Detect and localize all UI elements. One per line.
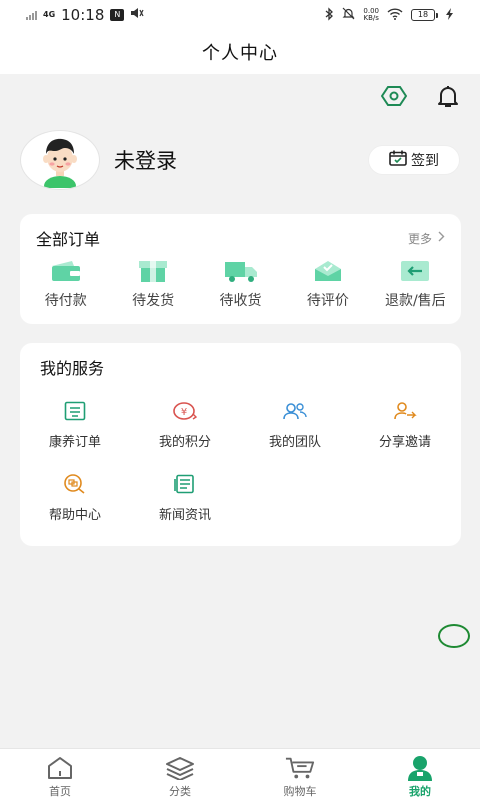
service-help-center[interactable]: 帮助中心 [20,472,130,523]
more-orders-link[interactable]: 更多 [408,230,445,247]
page-title: 个人中心 [202,43,278,64]
speed-unit: KB/s [363,14,379,22]
status-time: 10:18 [61,6,105,24]
orders-header: 全部订单 更多 [20,214,461,250]
tab-cart[interactable]: 购物车 [240,749,360,800]
service-label: 我的团队 [268,435,321,450]
wifi-icon [387,7,403,23]
order-pending-payment[interactable]: 待付款 [22,258,109,310]
team-icon [282,399,308,423]
top-actions [380,82,462,110]
service-label: 分享邀请 [378,435,431,450]
refund-icon [398,258,432,284]
floating-button[interactable] [438,624,470,648]
share-icon [392,399,418,423]
svg-text:¥: ¥ [181,407,187,418]
service-label: 帮助中心 [48,508,101,523]
points-icon: ¥ [172,399,198,423]
mute-icon [130,7,144,23]
tab-home[interactable]: 首页 [0,749,120,800]
home-icon [45,755,75,781]
service-share-invite[interactable]: 分享邀请 [350,399,460,450]
service-health-orders[interactable]: 康养订单 [20,399,130,450]
signin-label: 签到 [411,153,439,169]
bell-icon[interactable] [434,82,462,110]
order-pending-receipt[interactable]: 待收货 [197,258,284,310]
service-team[interactable]: 我的团队 [240,399,350,450]
service-news[interactable]: 新闻资讯 [130,472,240,523]
box-icon [136,258,170,284]
services-card: 我的服务 康养订单 ¥ 我的积分 我的团队 分享邀请 帮助中心 新闻资讯 [20,343,461,546]
service-points[interactable]: ¥ 我的积分 [130,399,240,450]
more-label: 更多 [407,231,432,246]
order-label: 退款/售后 [384,293,446,309]
profile-row: 未登录 签到 [20,128,460,192]
help-icon [62,472,88,496]
battery-icon: 18 [411,9,438,21]
calendar-icon [389,150,407,170]
order-list-icon [62,399,88,423]
status-right: 0.00 KB/s 18 [324,6,454,24]
avatar[interactable] [20,130,100,190]
silent-bell-icon [342,7,355,23]
order-label: 待付款 [44,293,87,309]
bottom-tab-bar: 首页 分类 购物车 我的 [0,748,480,800]
cart-icon [285,755,315,781]
tab-label: 我的 [409,785,431,798]
tab-mine[interactable]: 我的 [360,749,480,800]
page-header: 个人中心 [0,30,480,74]
status-bar: 4G 10:18 N 0.00 KB/s 18 [0,0,480,30]
tab-label: 分类 [169,785,191,798]
signin-button[interactable]: 签到 [368,145,460,175]
order-refund[interactable]: 退款/售后 [372,258,459,310]
notification-chip-icon: N [110,9,125,21]
order-pending-shipment[interactable]: 待发货 [109,258,196,310]
order-label: 待收货 [219,293,262,309]
chevron-right-icon [438,231,445,245]
service-label: 新闻资讯 [158,508,211,523]
battery-tip [436,12,438,18]
username[interactable]: 未登录 [114,145,177,175]
tab-category[interactable]: 分类 [120,749,240,800]
service-label: 我的积分 [158,435,211,450]
tab-label: 首页 [49,785,71,798]
charging-icon [446,7,454,23]
order-pending-review[interactable]: 待评价 [284,258,371,310]
user-icon [405,755,435,781]
signal-icon [26,10,37,20]
network-label: 4G [43,10,56,19]
truck-icon [224,258,258,284]
orders-row: 待付款 待发货 待收货 待评价 退款/售后 [20,258,461,310]
news-icon [172,472,198,496]
review-icon [311,258,345,284]
battery-level: 18 [411,9,435,21]
order-label: 待评价 [306,293,349,309]
wallet-icon [49,258,83,284]
orders-title: 全部订单 [36,230,101,249]
bluetooth-icon [324,6,334,24]
settings-icon[interactable] [380,82,408,110]
services-title: 我的服务 [40,359,105,378]
status-left: 4G 10:18 N [26,6,144,24]
service-label: 康养订单 [48,435,101,450]
speed-indicator: 0.00 KB/s [363,8,379,22]
orders-card: 全部订单 更多 待付款 待发货 待收货 待评价 退款/售后 [20,214,461,324]
services-grid: 康养订单 ¥ 我的积分 我的团队 分享邀请 帮助中心 新闻资讯 [20,399,461,523]
order-label: 待发货 [132,293,175,309]
category-icon [165,755,195,781]
tab-label: 购物车 [283,785,317,798]
